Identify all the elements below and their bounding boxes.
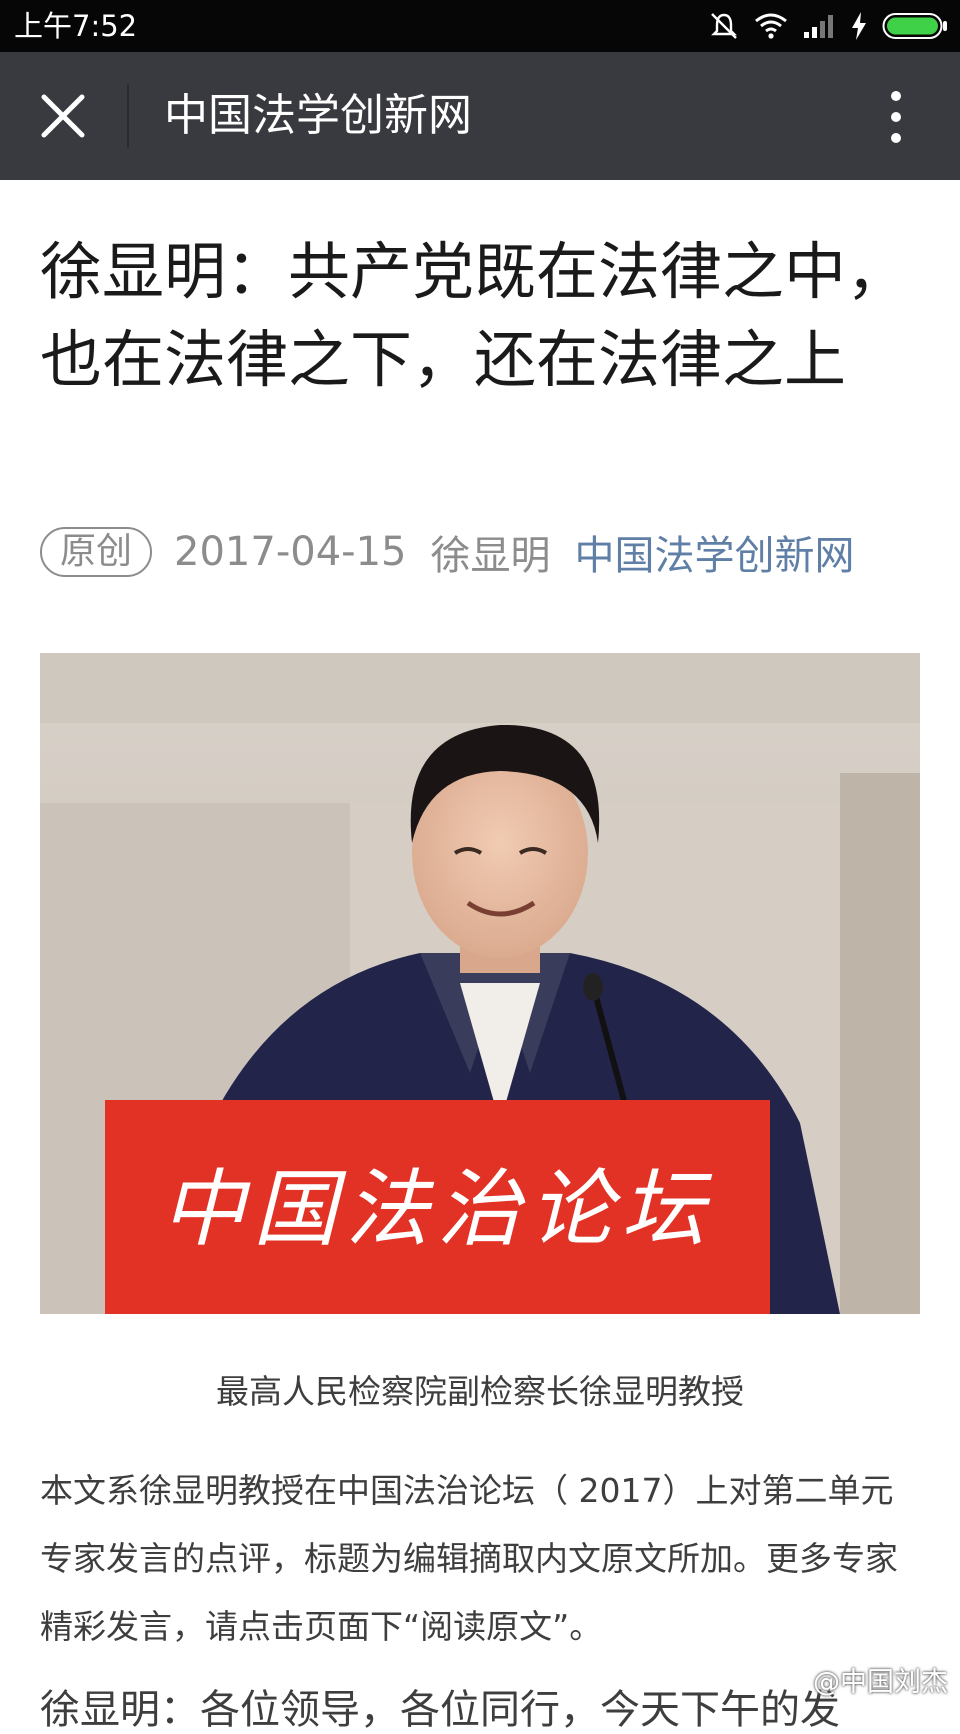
podium-text: 中国法治论坛 [161, 1160, 713, 1258]
signal-icon [802, 12, 836, 40]
article-title: 徐显明：共产党既在法律之中，也在法律之下，还在法律之上 [40, 235, 909, 396]
close-icon [41, 94, 85, 138]
speaker-photo: 中国法治论坛 [40, 653, 920, 1314]
status-icons [708, 8, 948, 44]
charging-icon [850, 11, 868, 41]
wifi-icon [754, 12, 788, 40]
title-divider [127, 84, 129, 148]
title-bar: 中国法学创新网 [0, 52, 960, 180]
photo-caption: 最高人民检察院副检察长徐显明教授 [216, 1372, 744, 1411]
article-photo[interactable]: 中国法治论坛 [40, 653, 920, 1314]
close-button[interactable] [36, 89, 90, 143]
more-vertical-icon [891, 91, 901, 143]
publish-date: 2017-04-15 [174, 529, 407, 575]
status-time: 上午7:52 [14, 9, 138, 43]
battery-icon [882, 11, 948, 41]
status-bar: 上午7:52 [0, 0, 960, 52]
page-title: 中国法学创新网 [164, 90, 472, 141]
original-tag: 原创 [40, 527, 153, 577]
mute-vibrate-icon [708, 10, 740, 42]
account-link[interactable]: 中国法学创新网 [574, 523, 854, 581]
weibo-watermark: @中国刘杰 [813, 1667, 948, 1698]
author-name: 徐显明 [430, 533, 551, 579]
article-meta: 原创 2017-04-15 徐显明 中国法学创新网 [40, 524, 854, 580]
intro-paragraph: 本文系徐显明教授在中国法治论坛（ 2017）上对第二单元专家发言的点评，标题为编… [40, 1471, 898, 1646]
more-button[interactable] [880, 88, 912, 146]
body-paragraph: 徐显明：各位领导，各位同行，今天下午的发 [40, 1687, 840, 1733]
